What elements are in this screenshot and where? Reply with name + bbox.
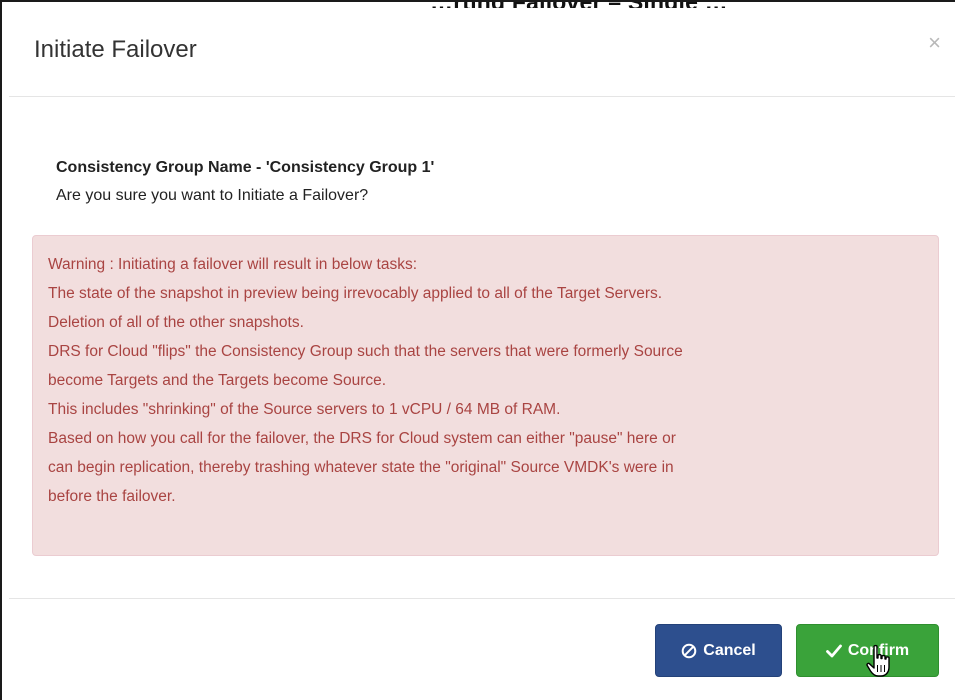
warning-line: The state of the snapshot in preview bei… (48, 285, 663, 302)
footer-divider (9, 598, 955, 599)
warning-line: This includes "shrinking" of the Source … (48, 401, 561, 418)
page: …rting Failover – Single … Initiate Fail… (0, 0, 955, 700)
warning-line: DRS for Cloud "flips" the Consistency Gr… (48, 343, 683, 360)
warning-line: before the failover. (48, 488, 176, 505)
warning-line: can begin replication, thereby trashing … (48, 459, 674, 476)
consistency-group-name: Consistency Group Name - 'Consistency Gr… (56, 159, 435, 176)
ban-icon (681, 643, 697, 659)
modal-header: Initiate Failover × (9, 8, 955, 97)
check-icon (825, 644, 842, 658)
frame-line-top (0, 0, 955, 2)
cancel-label: Cancel (703, 641, 756, 659)
warning-line: Deletion of all of the other snapshots. (48, 314, 304, 331)
modal-title: Initiate Failover (34, 36, 197, 63)
warning-line: become Targets and the Targets become So… (48, 372, 387, 389)
frame-line-left (0, 0, 2, 700)
warning-line: Based on how you call for the failover, … (48, 430, 676, 447)
close-icon[interactable]: × (928, 32, 941, 54)
failover-modal: Initiate Failover × Consistency Group Na… (9, 8, 955, 700)
cancel-button[interactable]: Cancel (655, 624, 782, 677)
confirmation-question: Are you sure you want to Initiate a Fail… (56, 187, 369, 204)
warning-alert: Warning : Initiating a failover will res… (32, 235, 939, 556)
warning-line: Warning : Initiating a failover will res… (48, 256, 417, 273)
hand-pointer-icon (866, 644, 890, 677)
